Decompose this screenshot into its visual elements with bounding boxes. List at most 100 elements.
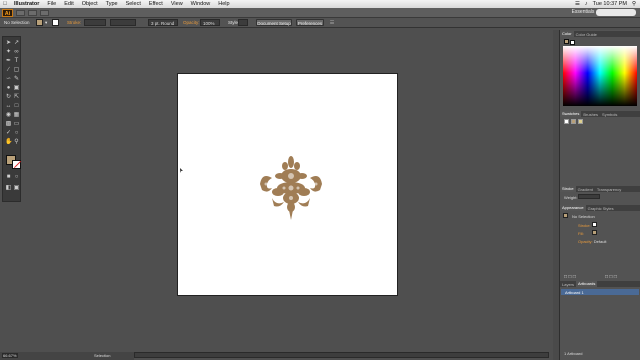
appearance-opacity-row[interactable]: Opacity: Default — [578, 239, 606, 244]
menu-type[interactable]: Type — [102, 1, 122, 7]
tab-swatches[interactable]: Swatches — [560, 111, 582, 117]
shape-builder-icon[interactable]: ◉ — [5, 112, 12, 119]
appearance-footer-icons[interactable]: □ □ □ □ □ □ — [564, 274, 617, 280]
status-mode[interactable]: Selection — [94, 353, 110, 358]
mesh-tool-icon[interactable]: ▩ — [5, 121, 12, 128]
tab-layers[interactable]: Layers — [560, 282, 576, 287]
zoom-level[interactable]: 66.67% — [2, 353, 18, 358]
view-options-button[interactable] — [40, 9, 49, 16]
menu-app[interactable]: Illustrator — [10, 1, 43, 7]
lasso-tool-icon[interactable]: ∞ — [13, 49, 20, 56]
appearance-fill-row[interactable]: Fill: — [578, 231, 584, 236]
draw-mode-icon[interactable]: ◧ — [5, 185, 12, 192]
preferences-button[interactable]: Preferences — [296, 19, 324, 26]
type-tool-icon[interactable]: T — [13, 58, 20, 65]
scale-tool-icon[interactable]: ⇱ — [13, 94, 20, 101]
tab-stroke[interactable]: Stroke — [560, 186, 576, 192]
blend-tool-icon[interactable]: ○ — [13, 130, 20, 137]
swatch-tan[interactable] — [571, 119, 576, 124]
blob-brush-icon[interactable]: ● — [5, 85, 12, 92]
fill-swatch[interactable] — [36, 19, 43, 26]
tab-appearance[interactable]: Appearance — [560, 205, 586, 211]
document-setup-button[interactable]: Document Setup — [256, 19, 292, 26]
menu-help[interactable]: Help — [214, 1, 233, 7]
weight-field[interactable] — [578, 194, 600, 199]
artboards-count: 1 Artboard — [564, 351, 583, 356]
selection-status: No Selection — [4, 20, 30, 25]
paintbrush-tool-icon[interactable]: ∽ — [5, 76, 12, 83]
color-stroke-swatch[interactable] — [570, 40, 575, 45]
style-picker[interactable] — [238, 19, 248, 26]
bridge-button[interactable] — [16, 9, 25, 16]
pen-tool-icon[interactable]: ✒ — [5, 58, 12, 65]
artboard[interactable] — [177, 73, 398, 296]
tab-transparency[interactable]: Transparency — [595, 187, 623, 192]
free-transform-icon[interactable]: □ — [13, 103, 20, 110]
eyedropper-icon[interactable]: ✓ — [5, 130, 12, 137]
color-mode-icon[interactable]: ■ — [5, 174, 12, 181]
swatch-gold[interactable] — [578, 119, 583, 124]
opacity-field[interactable]: 100% — [200, 19, 220, 26]
zoom-tool-icon[interactable]: ⚲ — [13, 139, 20, 146]
help-search-input[interactable] — [596, 9, 636, 16]
arrange-icon[interactable]: ☷ — [330, 19, 334, 26]
tab-graphic-styles[interactable]: Graphic Styles — [586, 206, 616, 211]
appearance-stroke-swatch[interactable] — [592, 222, 597, 227]
appearance-fill-swatch[interactable] — [592, 230, 597, 235]
hand-tool-icon[interactable]: ✋ — [5, 139, 12, 146]
menu-edit[interactable]: Edit — [60, 1, 77, 7]
wifi-icon[interactable]: ☰ — [575, 1, 580, 7]
rectangle-tool-icon[interactable]: ▢ — [13, 67, 20, 74]
appearance-fill-label[interactable]: Fill: — [578, 231, 584, 236]
arrange-documents-button[interactable] — [28, 9, 37, 16]
magic-wand-icon[interactable]: ✦ — [5, 49, 12, 56]
stroke-label[interactable]: Stroke: — [67, 19, 81, 26]
menu-select[interactable]: Select — [122, 1, 145, 7]
stroke-swatch[interactable] — [52, 19, 59, 26]
color-spectrum[interactable] — [563, 46, 637, 106]
color-fill-swatch[interactable] — [564, 39, 569, 44]
tab-gradient[interactable]: Gradient — [576, 187, 595, 192]
damask-ornament[interactable] — [258, 154, 324, 220]
rotate-tool-icon[interactable]: ↻ — [5, 94, 12, 101]
eraser-tool-icon[interactable]: ▣ — [13, 85, 20, 92]
menu-window[interactable]: Window — [187, 1, 215, 7]
tab-symbols[interactable]: Symbols — [600, 112, 619, 117]
swatch-white[interactable] — [564, 119, 569, 124]
line-tool-icon[interactable]: ∕ — [5, 67, 12, 74]
pencil-tool-icon[interactable]: ✎ — [13, 76, 20, 83]
tab-artboards[interactable]: Artboards — [576, 281, 598, 287]
opacity-label[interactable]: Opacity: — [183, 19, 200, 26]
apple-icon[interactable]:  — [0, 1, 10, 7]
appearance-opacity-label[interactable]: Opacity: — [578, 239, 593, 244]
appearance-stroke-label[interactable]: Stroke: — [578, 223, 591, 228]
artboard-list-label[interactable]: Artboard 1 — [565, 290, 584, 295]
variable-width-field[interactable] — [110, 19, 136, 26]
tab-brushes[interactable]: Brushes — [581, 112, 600, 117]
width-tool-icon[interactable]: ↔ — [5, 103, 12, 110]
menu-file[interactable]: File — [43, 1, 60, 7]
brush-definition[interactable]: 3 pt. Round — [148, 19, 178, 26]
chevron-down-icon[interactable]: ▾ — [45, 19, 47, 26]
selection-tool-icon[interactable]: ➤ — [5, 40, 12, 47]
artboard-list-item[interactable]: Artboard 1 — [561, 289, 639, 295]
horizontal-scrollbar[interactable] — [134, 352, 549, 358]
menu-view[interactable]: View — [167, 1, 187, 7]
screen-mode-icon[interactable]: ▣ — [13, 185, 20, 192]
clock[interactable]: Tue 10:37 PM — [593, 1, 627, 7]
menu-effect[interactable]: Effect — [145, 1, 167, 7]
panel-dock: Color Color Guide Swatches Brushes Symbo… — [559, 30, 640, 360]
menu-object[interactable]: Object — [78, 1, 102, 7]
perspective-grid-icon[interactable]: ▦ — [13, 112, 20, 119]
spotlight-icon[interactable]: ⚲ — [632, 1, 636, 7]
tab-color-guide[interactable]: Color Guide — [574, 32, 599, 37]
stroke-weight-field[interactable] — [84, 19, 106, 26]
stroke-color-box[interactable] — [12, 160, 21, 169]
volume-icon[interactable]: ♪ — [585, 1, 588, 7]
gradient-tool-icon[interactable]: ▭ — [13, 121, 20, 128]
appearance-stroke-row[interactable]: Stroke: — [578, 223, 591, 228]
tab-color[interactable]: Color — [560, 31, 574, 37]
none-mode-icon[interactable]: ○ — [13, 174, 20, 181]
direct-selection-tool-icon[interactable]: ↗ — [13, 40, 20, 47]
color-panel-tabs: Color Color Guide — [560, 31, 640, 37]
